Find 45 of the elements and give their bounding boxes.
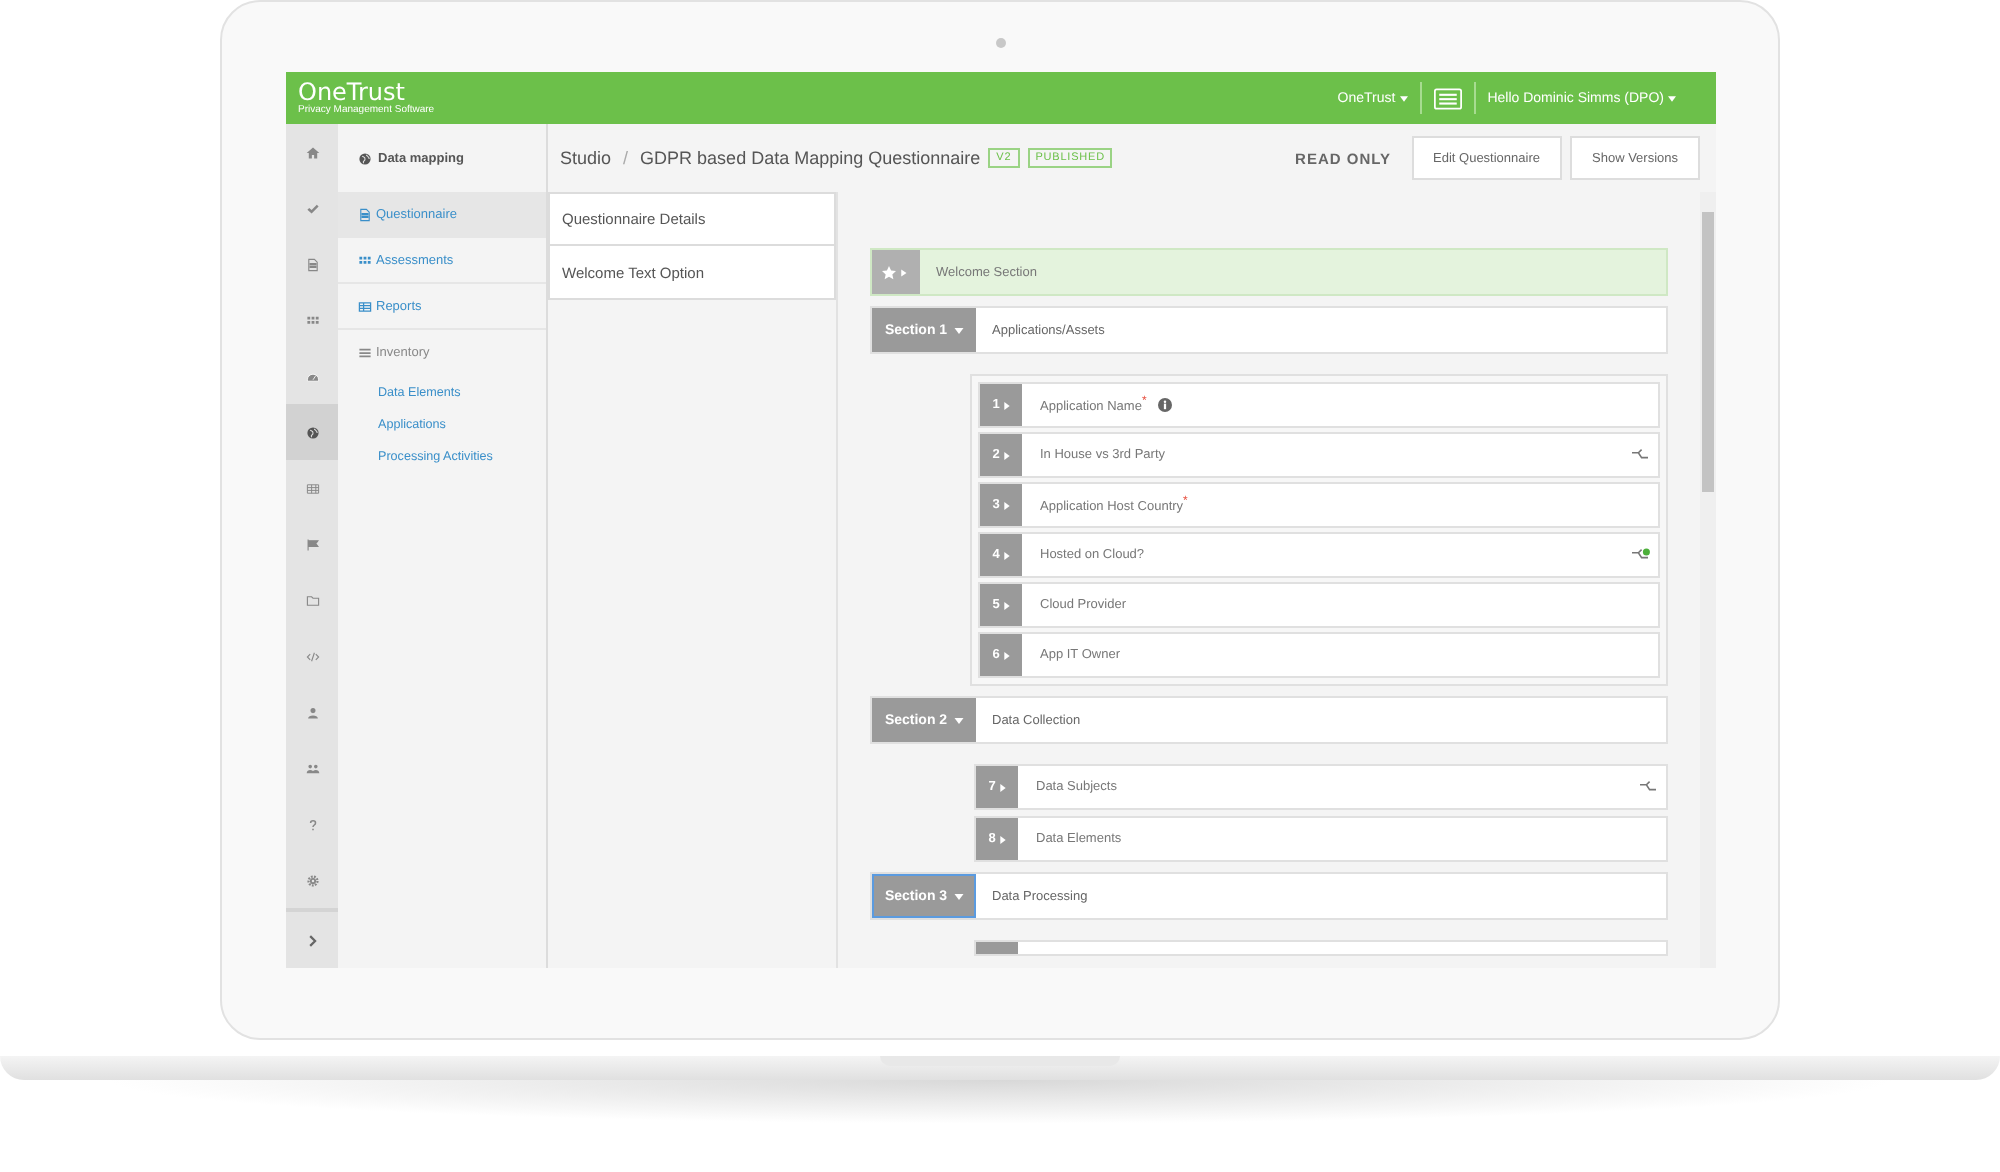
table-icon	[358, 299, 372, 313]
caret-icon	[953, 893, 964, 899]
globe-icon	[305, 425, 319, 439]
table-icon	[305, 481, 319, 495]
caret-icon	[1668, 95, 1676, 101]
grid-icon	[358, 253, 372, 267]
caret-icon	[1003, 601, 1010, 609]
folder-icon	[305, 593, 319, 607]
scrollbar[interactable]	[1700, 192, 1716, 968]
list-icon	[358, 346, 372, 360]
gear-icon	[305, 873, 319, 887]
grid-icon	[305, 313, 319, 327]
caret-icon	[953, 717, 964, 723]
breadcrumb-separator: /	[623, 148, 629, 168]
check-icon	[305, 201, 319, 215]
info-icon[interactable]	[1158, 398, 1173, 412]
caret-icon	[953, 327, 964, 333]
dashboard-icon	[305, 369, 319, 383]
globe-icon	[358, 151, 372, 165]
document-icon	[358, 207, 372, 221]
branch-icon[interactable]	[1638, 779, 1658, 795]
camera-dot	[995, 38, 1005, 48]
users-icon	[305, 761, 319, 775]
question-icon	[305, 817, 319, 831]
home-icon	[305, 145, 319, 159]
caret-icon	[999, 783, 1006, 791]
caret-icon	[999, 835, 1006, 843]
document-icon	[305, 257, 319, 271]
caret-icon	[1003, 551, 1010, 559]
caret-icon	[1003, 501, 1010, 509]
star-icon	[882, 265, 910, 279]
caret-icon	[1003, 651, 1010, 659]
breadcrumb-link[interactable]: Studio	[560, 148, 612, 168]
page-title: GDPR based Data Mapping Questionnaire	[640, 148, 981, 168]
branch-icon[interactable]	[1630, 447, 1650, 463]
branch-icon[interactable]	[1630, 547, 1650, 563]
flag-icon	[305, 537, 319, 551]
code-icon	[305, 649, 319, 663]
caret-icon	[1003, 451, 1010, 459]
chevron-right-icon	[305, 933, 319, 947]
caret-icon	[1003, 401, 1010, 409]
caret-icon	[1399, 95, 1408, 101]
card-icon[interactable]	[1433, 87, 1462, 109]
question-row[interactable]	[974, 940, 1668, 956]
user-icon	[305, 705, 319, 719]
